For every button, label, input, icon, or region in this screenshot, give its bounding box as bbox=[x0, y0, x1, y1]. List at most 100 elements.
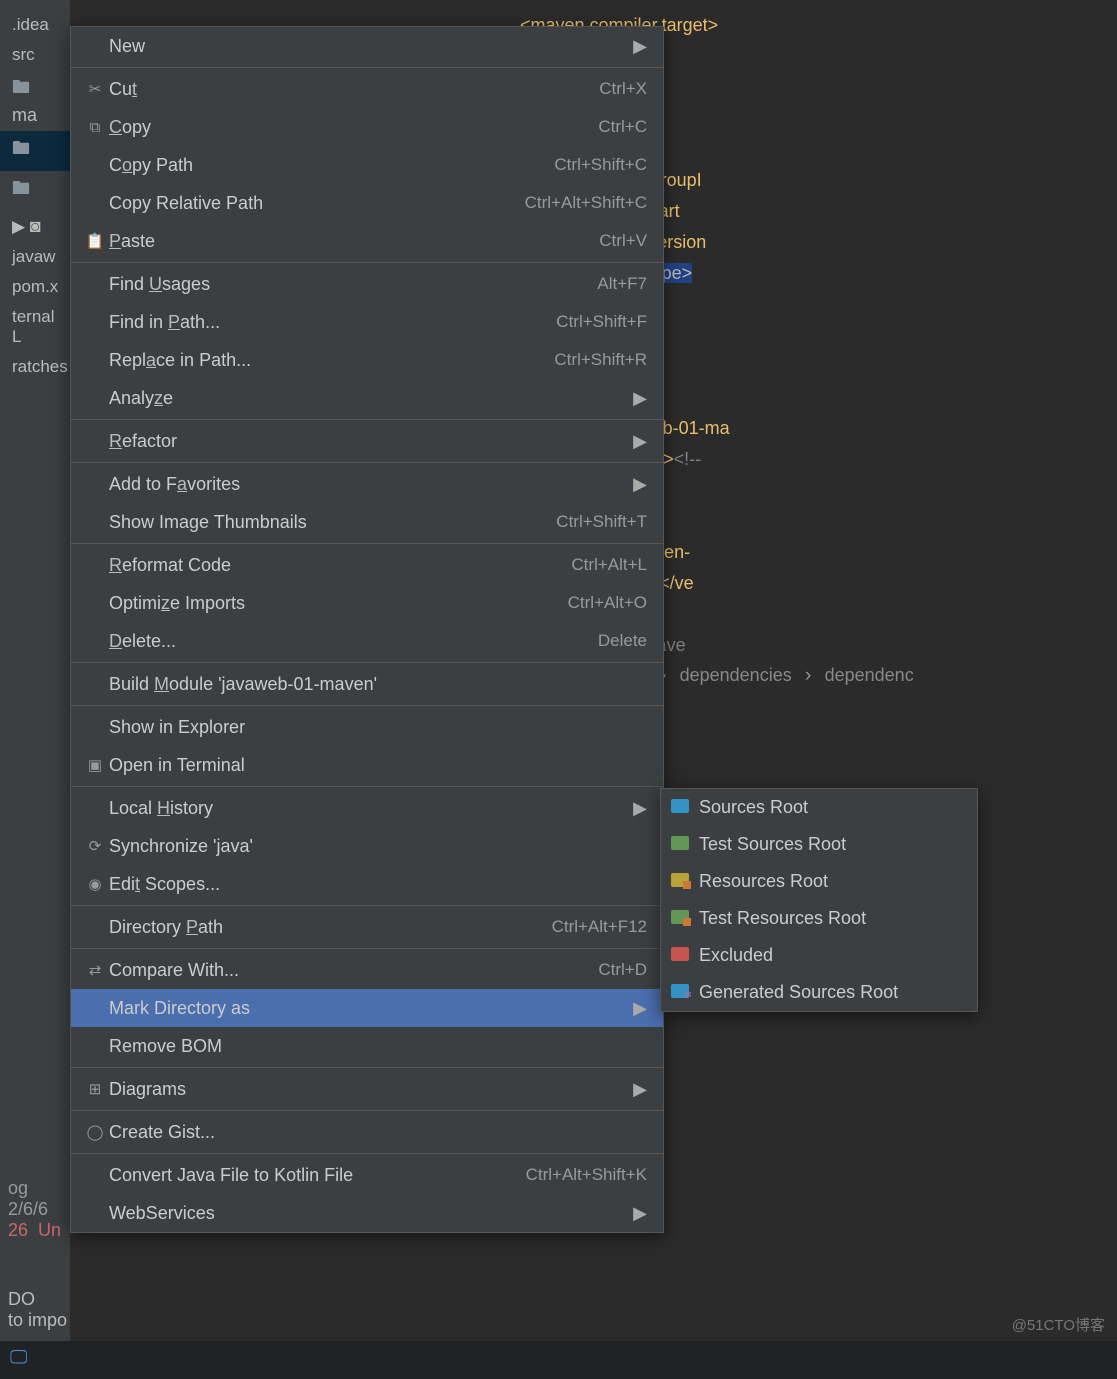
sidebar-item[interactable]: src bbox=[0, 40, 70, 70]
submenu-arrow-icon: ▶ bbox=[633, 431, 647, 452]
menu-label: Copy Path bbox=[109, 155, 554, 176]
submenu-label: Test Resources Root bbox=[699, 908, 866, 929]
submenu-arrow-icon: ▶ bbox=[633, 36, 647, 57]
menu-label: Convert Java File to Kotlin File bbox=[109, 1165, 526, 1186]
submenu-label: Generated Sources Root bbox=[699, 982, 898, 1003]
shortcut: Ctrl+D bbox=[598, 960, 647, 980]
submenu-arrow-icon: ▶ bbox=[633, 798, 647, 819]
menu-item-webservices[interactable]: WebServices ▶ bbox=[71, 1194, 663, 1232]
submenu-arrow-icon: ▶ bbox=[633, 388, 647, 409]
submenu-item-sources-root[interactable]: Sources Root bbox=[661, 789, 977, 826]
sidebar-item[interactable]: ratches bbox=[0, 352, 70, 382]
submenu-label: Excluded bbox=[699, 945, 773, 966]
menu-item-copy[interactable]: ⧉CopyCtrl+C bbox=[71, 108, 663, 146]
sidebar-item[interactable]: 🖿 ma bbox=[0, 70, 70, 131]
menu-item-delete[interactable]: Delete...Delete bbox=[71, 622, 663, 660]
menu-label: Show in Explorer bbox=[109, 717, 647, 738]
camera-icon[interactable]: ◙ bbox=[30, 216, 41, 236]
menu-item-remove-bom[interactable]: Remove BOM bbox=[71, 1027, 663, 1065]
taskbar[interactable]: 🖵 bbox=[0, 1341, 1117, 1379]
menu-item-optimize-imports[interactable]: Optimize ImportsCtrl+Alt+O bbox=[71, 584, 663, 622]
folder-icon bbox=[671, 835, 699, 855]
menu-label: Remove BOM bbox=[109, 1036, 647, 1057]
menu-item-paste[interactable]: 📋PasteCtrl+V bbox=[71, 222, 663, 260]
menu-label: WebServices bbox=[109, 1203, 623, 1224]
submenu-arrow-icon: ▶ bbox=[633, 1079, 647, 1100]
folder-icon bbox=[671, 983, 699, 1003]
menu-item-convert-java-file-to-kotlin-file[interactable]: Convert Java File to Kotlin FileCtrl+Alt… bbox=[71, 1156, 663, 1194]
menu-item-reformat-code[interactable]: Reformat CodeCtrl+Alt+L bbox=[71, 546, 663, 584]
submenu-item-test-resources-root[interactable]: Test Resources Root bbox=[661, 900, 977, 937]
menu-item-find-in-path[interactable]: Find in Path...Ctrl+Shift+F bbox=[71, 303, 663, 341]
shortcut: Ctrl+Alt+Shift+K bbox=[526, 1165, 647, 1185]
menu-label: Show Image Thumbnails bbox=[109, 512, 556, 533]
menu-label: Find Usages bbox=[109, 274, 597, 295]
shortcut: Delete bbox=[598, 631, 647, 651]
menu-item-analyze[interactable]: Analyze ▶ bbox=[71, 379, 663, 417]
submenu-item-generated-sources-root[interactable]: Generated Sources Root bbox=[661, 974, 977, 1011]
menu-item-directory-path[interactable]: Directory PathCtrl+Alt+F12 bbox=[71, 908, 663, 946]
submenu-item-excluded[interactable]: Excluded bbox=[661, 937, 977, 974]
monitor-icon[interactable]: 🖵 bbox=[10, 1347, 27, 1367]
menu-label: Analyze bbox=[109, 388, 623, 409]
menu-label: Refactor bbox=[109, 431, 623, 452]
menu-item-create-gist[interactable]: ◯Create Gist... bbox=[71, 1113, 663, 1151]
menu-item-open-in-terminal[interactable]: ▣Open in Terminal bbox=[71, 746, 663, 784]
breadcrumb[interactable]: › dependencies › dependenc bbox=[660, 665, 922, 687]
menu-label: Build Module 'javaweb-01-maven' bbox=[109, 674, 647, 695]
menu-icon: ⧉ bbox=[81, 119, 109, 136]
shortcut: Ctrl+Shift+T bbox=[556, 512, 647, 532]
menu-label: Diagrams bbox=[109, 1079, 623, 1100]
submenu-arrow-icon: ▶ bbox=[633, 474, 647, 495]
menu-item-show-in-explorer[interactable]: Show in Explorer bbox=[71, 708, 663, 746]
menu-label: New bbox=[109, 36, 623, 57]
menu-item-copy-path[interactable]: Copy PathCtrl+Shift+C bbox=[71, 146, 663, 184]
menu-item-edit-scopes[interactable]: ◉Edit Scopes... bbox=[71, 865, 663, 903]
menu-item-diagrams[interactable]: ⊞Diagrams▶ bbox=[71, 1070, 663, 1108]
sidebar-item-selected[interactable]: 🖿 bbox=[0, 131, 70, 171]
submenu-item-resources-root[interactable]: Resources Root bbox=[661, 863, 977, 900]
menu-label: Compare With... bbox=[109, 960, 598, 981]
watermark: @51CTO博客 bbox=[1012, 1314, 1105, 1335]
menu-label: Paste bbox=[109, 231, 599, 252]
menu-item-add-to-favorites[interactable]: Add to Favorites▶ bbox=[71, 465, 663, 503]
menu-label: Directory Path bbox=[109, 917, 552, 938]
sidebar-item[interactable]: ternal L bbox=[0, 302, 70, 352]
menu-label: Replace in Path... bbox=[109, 350, 554, 371]
menu-label: Open in Terminal bbox=[109, 755, 647, 776]
context-menu: New▶✂CutCtrl+X⧉CopyCtrl+CCopy PathCtrl+S… bbox=[70, 26, 664, 1233]
menu-item-synchronize-java[interactable]: ⟳Synchronize 'java' bbox=[71, 827, 663, 865]
menu-item-mark-directory-as[interactable]: Mark Directory as▶ bbox=[71, 989, 663, 1027]
folder-icon: 🖿 bbox=[12, 138, 30, 158]
sidebar-item[interactable]: .idea bbox=[0, 10, 70, 40]
submenu-item-test-sources-root[interactable]: Test Sources Root bbox=[661, 826, 977, 863]
menu-label: Local History bbox=[109, 798, 623, 819]
submenu-label: Resources Root bbox=[699, 871, 828, 892]
submenu-arrow-icon: ▶ bbox=[633, 1203, 647, 1224]
menu-icon: ⟳ bbox=[81, 837, 109, 855]
submenu-label: Test Sources Root bbox=[699, 834, 846, 855]
menu-label: Cut bbox=[109, 79, 599, 100]
shortcut: Ctrl+C bbox=[598, 117, 647, 137]
menu-item-copy-relative-path[interactable]: Copy Relative PathCtrl+Alt+Shift+C bbox=[71, 184, 663, 222]
menu-item-refactor[interactable]: Refactor ▶ bbox=[71, 422, 663, 460]
menu-icon: ⇄ bbox=[81, 961, 109, 979]
menu-item-cut[interactable]: ✂CutCtrl+X bbox=[71, 70, 663, 108]
shortcut: Ctrl+Alt+L bbox=[571, 555, 647, 575]
menu-label: Synchronize 'java' bbox=[109, 836, 647, 857]
menu-item-replace-in-path[interactable]: Replace in Path...Ctrl+Shift+R bbox=[71, 341, 663, 379]
menu-item-show-image-thumbnails[interactable]: Show Image ThumbnailsCtrl+Shift+T bbox=[71, 503, 663, 541]
menu-item-find-usages[interactable]: Find UsagesAlt+F7 bbox=[71, 265, 663, 303]
menu-label: Find in Path... bbox=[109, 312, 556, 333]
sidebar-item[interactable]: javaw bbox=[0, 242, 70, 272]
menu-icon: ◯ bbox=[81, 1123, 109, 1141]
menu-item-build-module-javaweb-maven[interactable]: Build Module 'javaweb-01-maven' bbox=[71, 665, 663, 703]
sidebar-item[interactable]: 🖿 bbox=[0, 171, 70, 211]
submenu-label: Sources Root bbox=[699, 797, 808, 818]
menu-item-local-history[interactable]: Local History ▶ bbox=[71, 789, 663, 827]
sidebar-item[interactable]: pom.x bbox=[0, 272, 70, 302]
menu-item-new[interactable]: New ▶ bbox=[71, 27, 663, 65]
folder-icon: 🖿 bbox=[12, 77, 30, 97]
shortcut: Alt+F7 bbox=[597, 274, 647, 294]
menu-item-compare-with[interactable]: ⇄Compare With...Ctrl+D bbox=[71, 951, 663, 989]
